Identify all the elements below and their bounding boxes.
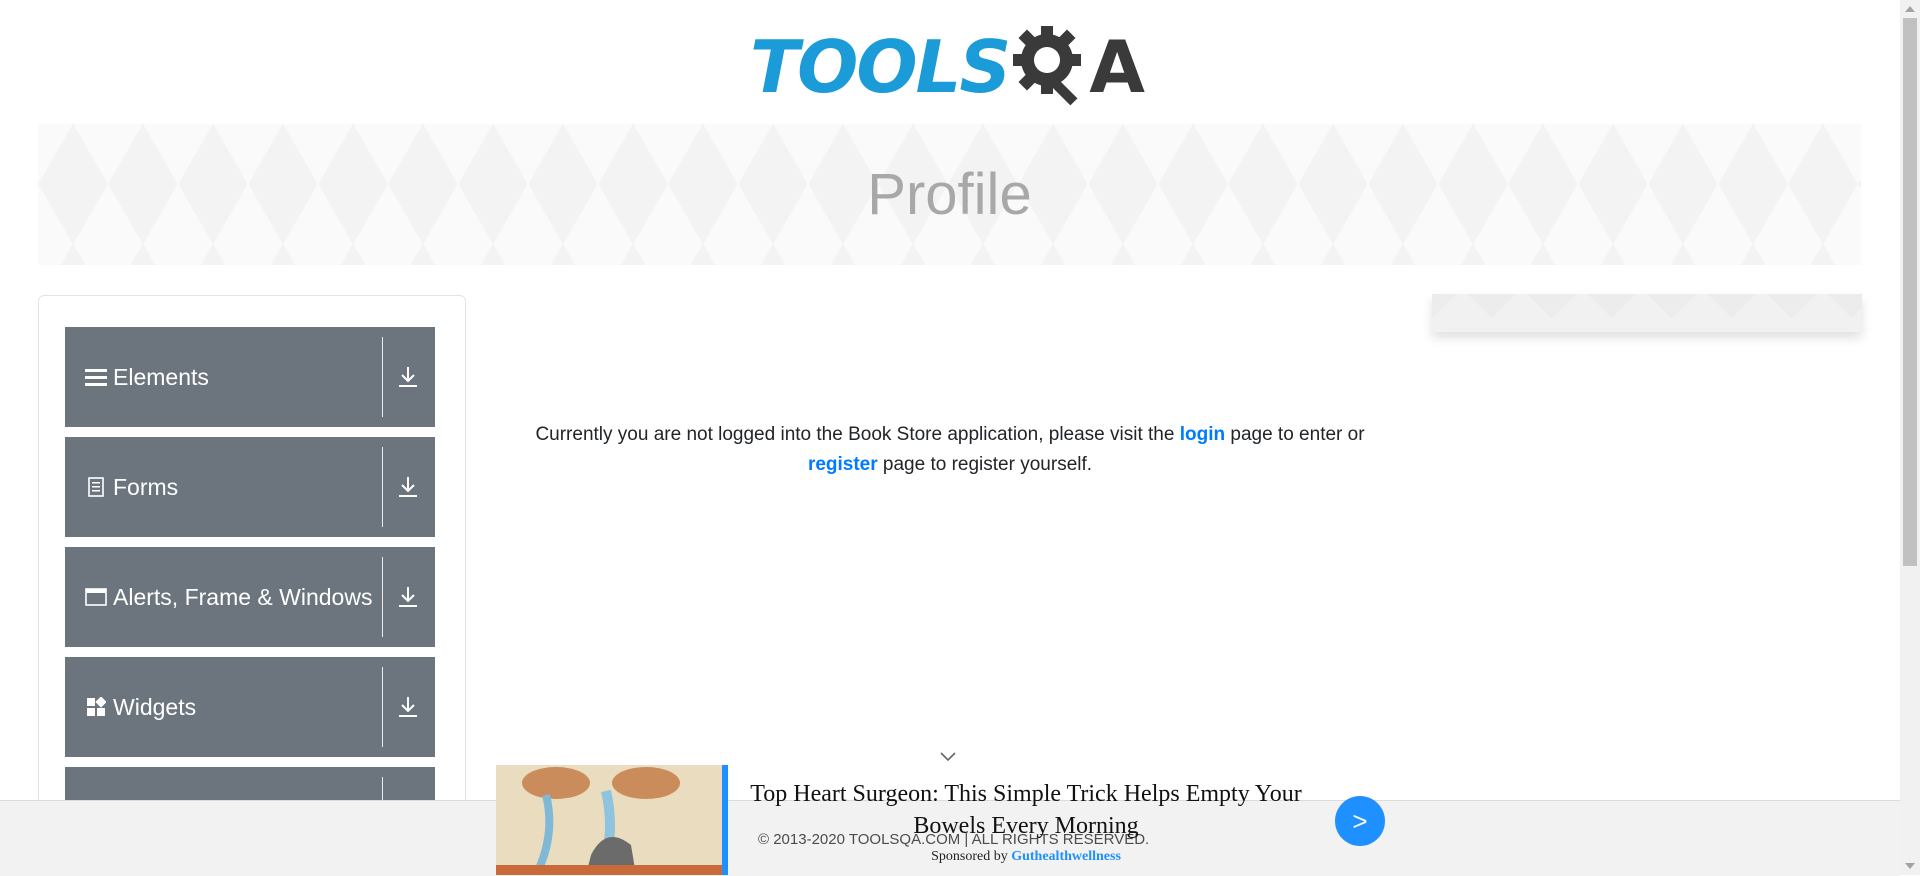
scroll-up-arrow-icon[interactable] bbox=[1905, 6, 1915, 12]
scroll-thumb[interactable] bbox=[1903, 18, 1917, 566]
scroll-down-arrow-icon[interactable] bbox=[1905, 863, 1915, 869]
logo-qa-text: A bbox=[1089, 25, 1145, 109]
chevron-down-icon[interactable] bbox=[938, 748, 958, 764]
download-icon[interactable] bbox=[393, 472, 423, 502]
ad-go-button[interactable]: > bbox=[1335, 796, 1385, 846]
ad-accent-bar bbox=[722, 765, 728, 875]
left-panel: Elements Forms Alerts, Frame & Windows W… bbox=[38, 295, 466, 857]
group-label: Forms bbox=[113, 473, 179, 500]
logo-tools-text: TOOLS bbox=[750, 25, 1011, 109]
download-icon[interactable] bbox=[393, 362, 423, 392]
message-text-2: page to enter or bbox=[1230, 424, 1365, 445]
document-icon bbox=[85, 476, 107, 498]
sponsored-by-label: Sponsored by bbox=[931, 849, 1008, 864]
window-icon bbox=[85, 586, 107, 608]
group-elements[interactable]: Elements bbox=[65, 327, 435, 427]
sponsored-ad[interactable]: Top Heart Surgeon: This Simple Trick Hel… bbox=[496, 765, 1386, 875]
divider bbox=[382, 337, 383, 417]
group-forms[interactable]: Forms bbox=[65, 437, 435, 537]
group-label: Elements bbox=[113, 363, 209, 390]
toolsqa-logo[interactable]: TOOLS A bbox=[750, 20, 1154, 114]
list-icon bbox=[85, 366, 107, 388]
not-logged-in-message: Currently you are not logged into the Bo… bbox=[490, 420, 1410, 480]
divider bbox=[382, 667, 383, 747]
register-link[interactable]: register bbox=[808, 454, 878, 475]
sponsor-link[interactable]: Guthealthwellness bbox=[1011, 849, 1121, 864]
login-link[interactable]: login bbox=[1180, 424, 1225, 445]
divider bbox=[382, 447, 383, 527]
vertical-scrollbar[interactable] bbox=[1900, 0, 1920, 875]
page-title: Profile bbox=[867, 162, 1032, 227]
divider bbox=[382, 557, 383, 637]
download-icon[interactable] bbox=[393, 692, 423, 722]
page-banner: Profile bbox=[38, 124, 1861, 265]
ad-headline[interactable]: Top Heart Surgeon: This Simple Trick Hel… bbox=[736, 778, 1316, 842]
group-alerts-frame-windows[interactable]: Alerts, Frame & Windows bbox=[65, 547, 435, 647]
download-icon[interactable] bbox=[393, 582, 423, 612]
message-text-1: Currently you are not logged into the Bo… bbox=[535, 424, 1175, 445]
gear-magnifier-icon bbox=[1009, 20, 1089, 115]
ad-sponsor-line: Sponsored by Guthealthwellness bbox=[826, 849, 1226, 865]
group-label: Widgets bbox=[113, 693, 197, 720]
ad-image[interactable] bbox=[496, 765, 722, 875]
group-widgets[interactable]: Widgets bbox=[65, 657, 435, 757]
right-ad-placeholder bbox=[1432, 294, 1862, 332]
widgets-icon bbox=[85, 696, 107, 718]
message-text-3: page to register yourself. bbox=[882, 454, 1093, 475]
group-label: Alerts, Frame & Windows bbox=[113, 583, 373, 610]
